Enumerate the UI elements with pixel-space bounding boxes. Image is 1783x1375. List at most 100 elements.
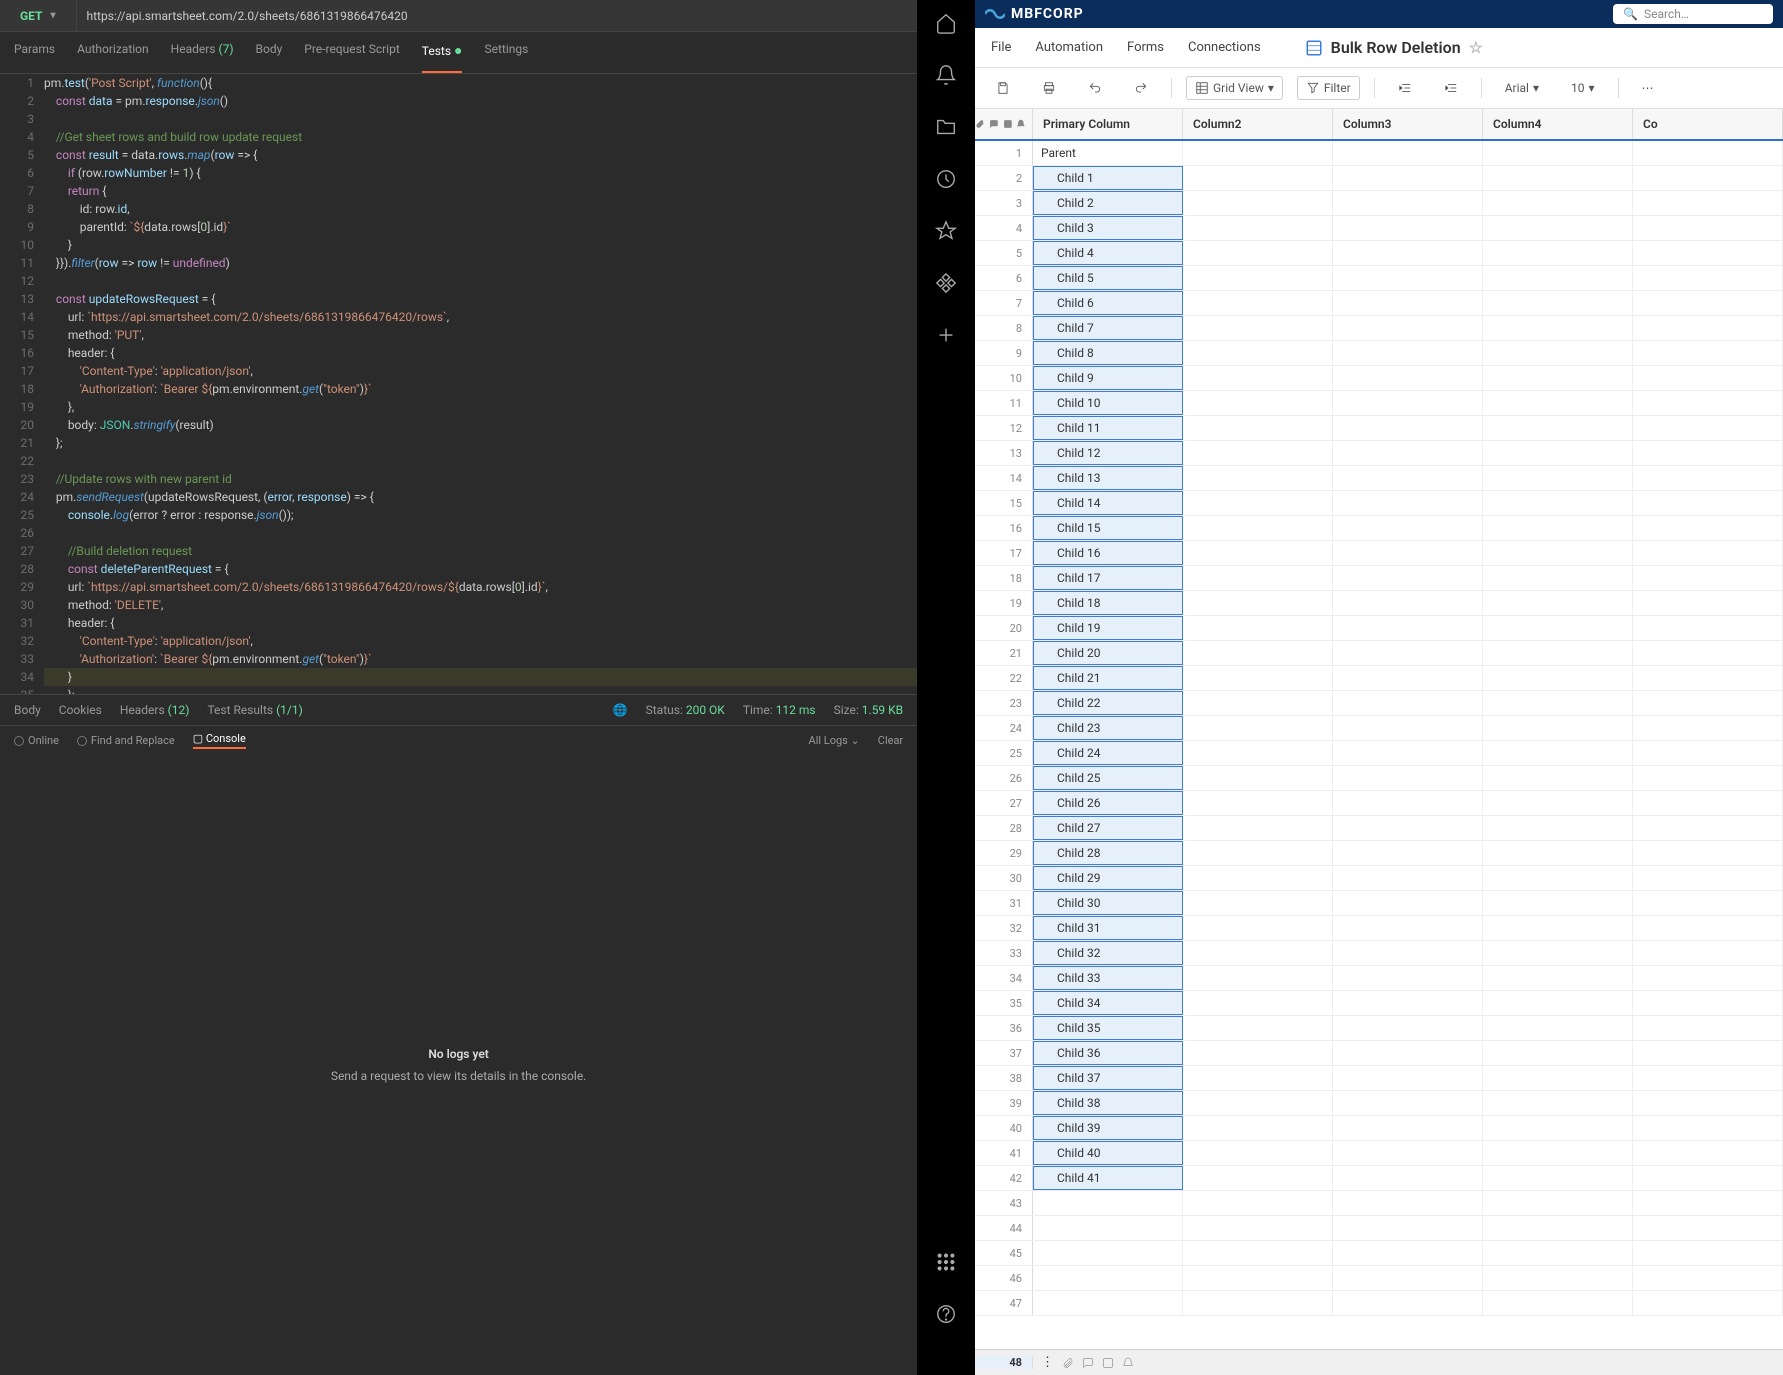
table-row[interactable]: 31Child 30 [975, 891, 1783, 916]
table-row[interactable]: 43 [975, 1191, 1783, 1216]
row-number[interactable]: 46 [975, 1266, 1033, 1290]
more-icon[interactable]: ⋯ [1633, 76, 1663, 100]
plus-icon[interactable] [935, 324, 957, 346]
table-row[interactable]: 45 [975, 1241, 1783, 1266]
table-row[interactable]: 22Child 21 [975, 666, 1783, 691]
cell[interactable] [1633, 741, 1783, 765]
cell[interactable] [1183, 916, 1333, 940]
cell[interactable] [1483, 766, 1633, 790]
row-number[interactable]: 37 [975, 1041, 1033, 1065]
cell[interactable] [1333, 966, 1483, 990]
cell[interactable] [1633, 716, 1783, 740]
cell[interactable] [1633, 641, 1783, 665]
filter-button[interactable]: Filter [1297, 76, 1360, 100]
cell[interactable] [1183, 1216, 1333, 1240]
cell[interactable] [1333, 1016, 1483, 1040]
table-row[interactable]: 7Child 6 [975, 291, 1783, 316]
cell[interactable] [1333, 441, 1483, 465]
cell[interactable] [1483, 341, 1633, 365]
table-row[interactable]: 3Child 2 [975, 191, 1783, 216]
cell-primary[interactable]: Child 40 [1033, 1141, 1183, 1165]
cell[interactable] [1633, 916, 1783, 940]
cell-primary[interactable]: Child 35 [1033, 1016, 1183, 1040]
resp-tab-testresults[interactable]: Test Results (1/1) [207, 703, 302, 717]
cell[interactable] [1333, 166, 1483, 190]
cell[interactable] [1633, 366, 1783, 390]
cell-primary[interactable]: Child 27 [1033, 816, 1183, 840]
cell[interactable] [1633, 416, 1783, 440]
cell[interactable] [1333, 1141, 1483, 1165]
table-row[interactable]: 47 [975, 1291, 1783, 1316]
cell[interactable] [1183, 441, 1333, 465]
resp-tab-headers[interactable]: Headers (12) [120, 703, 190, 717]
cell-primary[interactable]: Child 18 [1033, 591, 1183, 615]
cell[interactable] [1183, 991, 1333, 1015]
cell[interactable] [1333, 841, 1483, 865]
cell[interactable] [1483, 1216, 1633, 1240]
cell-primary[interactable]: Child 4 [1033, 241, 1183, 265]
row-number[interactable]: 6 [975, 266, 1033, 290]
cell[interactable] [1183, 191, 1333, 215]
cell-primary[interactable]: Child 33 [1033, 966, 1183, 990]
cell[interactable] [1183, 641, 1333, 665]
cell[interactable] [1633, 441, 1783, 465]
cell[interactable] [1183, 241, 1333, 265]
cell[interactable] [1633, 841, 1783, 865]
cell[interactable] [1333, 1216, 1483, 1240]
cell[interactable] [1483, 241, 1633, 265]
cell[interactable] [1333, 891, 1483, 915]
cell[interactable] [1483, 566, 1633, 590]
cell[interactable] [1183, 741, 1333, 765]
cell[interactable] [1333, 791, 1483, 815]
outdent-icon[interactable] [1389, 76, 1421, 100]
row-number[interactable]: 25 [975, 741, 1033, 765]
print-icon[interactable] [1033, 76, 1065, 100]
cell[interactable] [1333, 591, 1483, 615]
cell[interactable] [1333, 691, 1483, 715]
cell[interactable] [1633, 591, 1783, 615]
row-number[interactable]: 17 [975, 541, 1033, 565]
cell[interactable] [1183, 616, 1333, 640]
cell[interactable] [1183, 316, 1333, 340]
cell[interactable] [1633, 1191, 1783, 1215]
table-row[interactable]: 33Child 32 [975, 941, 1783, 966]
cell-primary[interactable]: Child 5 [1033, 266, 1183, 290]
tab-params[interactable]: Params [14, 42, 55, 63]
tab-prerequest[interactable]: Pre-request Script [304, 42, 399, 63]
row-number[interactable]: 39 [975, 1091, 1033, 1115]
cell-primary[interactable]: Child 22 [1033, 691, 1183, 715]
menu-connections[interactable]: Connections [1188, 40, 1261, 55]
table-row[interactable]: 5Child 4 [975, 241, 1783, 266]
cell[interactable] [1633, 191, 1783, 215]
cell[interactable] [1183, 766, 1333, 790]
row-number[interactable]: 7 [975, 291, 1033, 315]
cell[interactable] [1633, 891, 1783, 915]
row-number[interactable]: 20 [975, 616, 1033, 640]
cell[interactable] [1633, 516, 1783, 540]
cell[interactable] [1183, 266, 1333, 290]
cell-primary[interactable]: Child 25 [1033, 766, 1183, 790]
redo-icon[interactable] [1125, 76, 1157, 100]
cell[interactable] [1483, 1291, 1633, 1315]
row-number[interactable]: 8 [975, 316, 1033, 340]
row-number[interactable]: 36 [975, 1016, 1033, 1040]
cell[interactable] [1633, 791, 1783, 815]
cell-primary[interactable]: Child 9 [1033, 366, 1183, 390]
menu-file[interactable]: File [991, 40, 1011, 55]
indent-icon[interactable] [1435, 76, 1467, 100]
cell[interactable] [1633, 1216, 1783, 1240]
table-row[interactable]: 42Child 41 [975, 1166, 1783, 1191]
table-row[interactable]: 10Child 9 [975, 366, 1783, 391]
table-row[interactable]: 26Child 25 [975, 766, 1783, 791]
cell[interactable] [1333, 741, 1483, 765]
table-row[interactable]: 19Child 18 [975, 591, 1783, 616]
cell[interactable] [1633, 941, 1783, 965]
table-row[interactable]: 44 [975, 1216, 1783, 1241]
row-number[interactable]: 35 [975, 991, 1033, 1015]
cell[interactable] [1483, 516, 1633, 540]
cell[interactable] [1183, 841, 1333, 865]
cell[interactable] [1183, 1141, 1333, 1165]
row-number[interactable]: 9 [975, 341, 1033, 365]
cell[interactable] [1183, 491, 1333, 515]
cell-primary[interactable]: Child 23 [1033, 716, 1183, 740]
